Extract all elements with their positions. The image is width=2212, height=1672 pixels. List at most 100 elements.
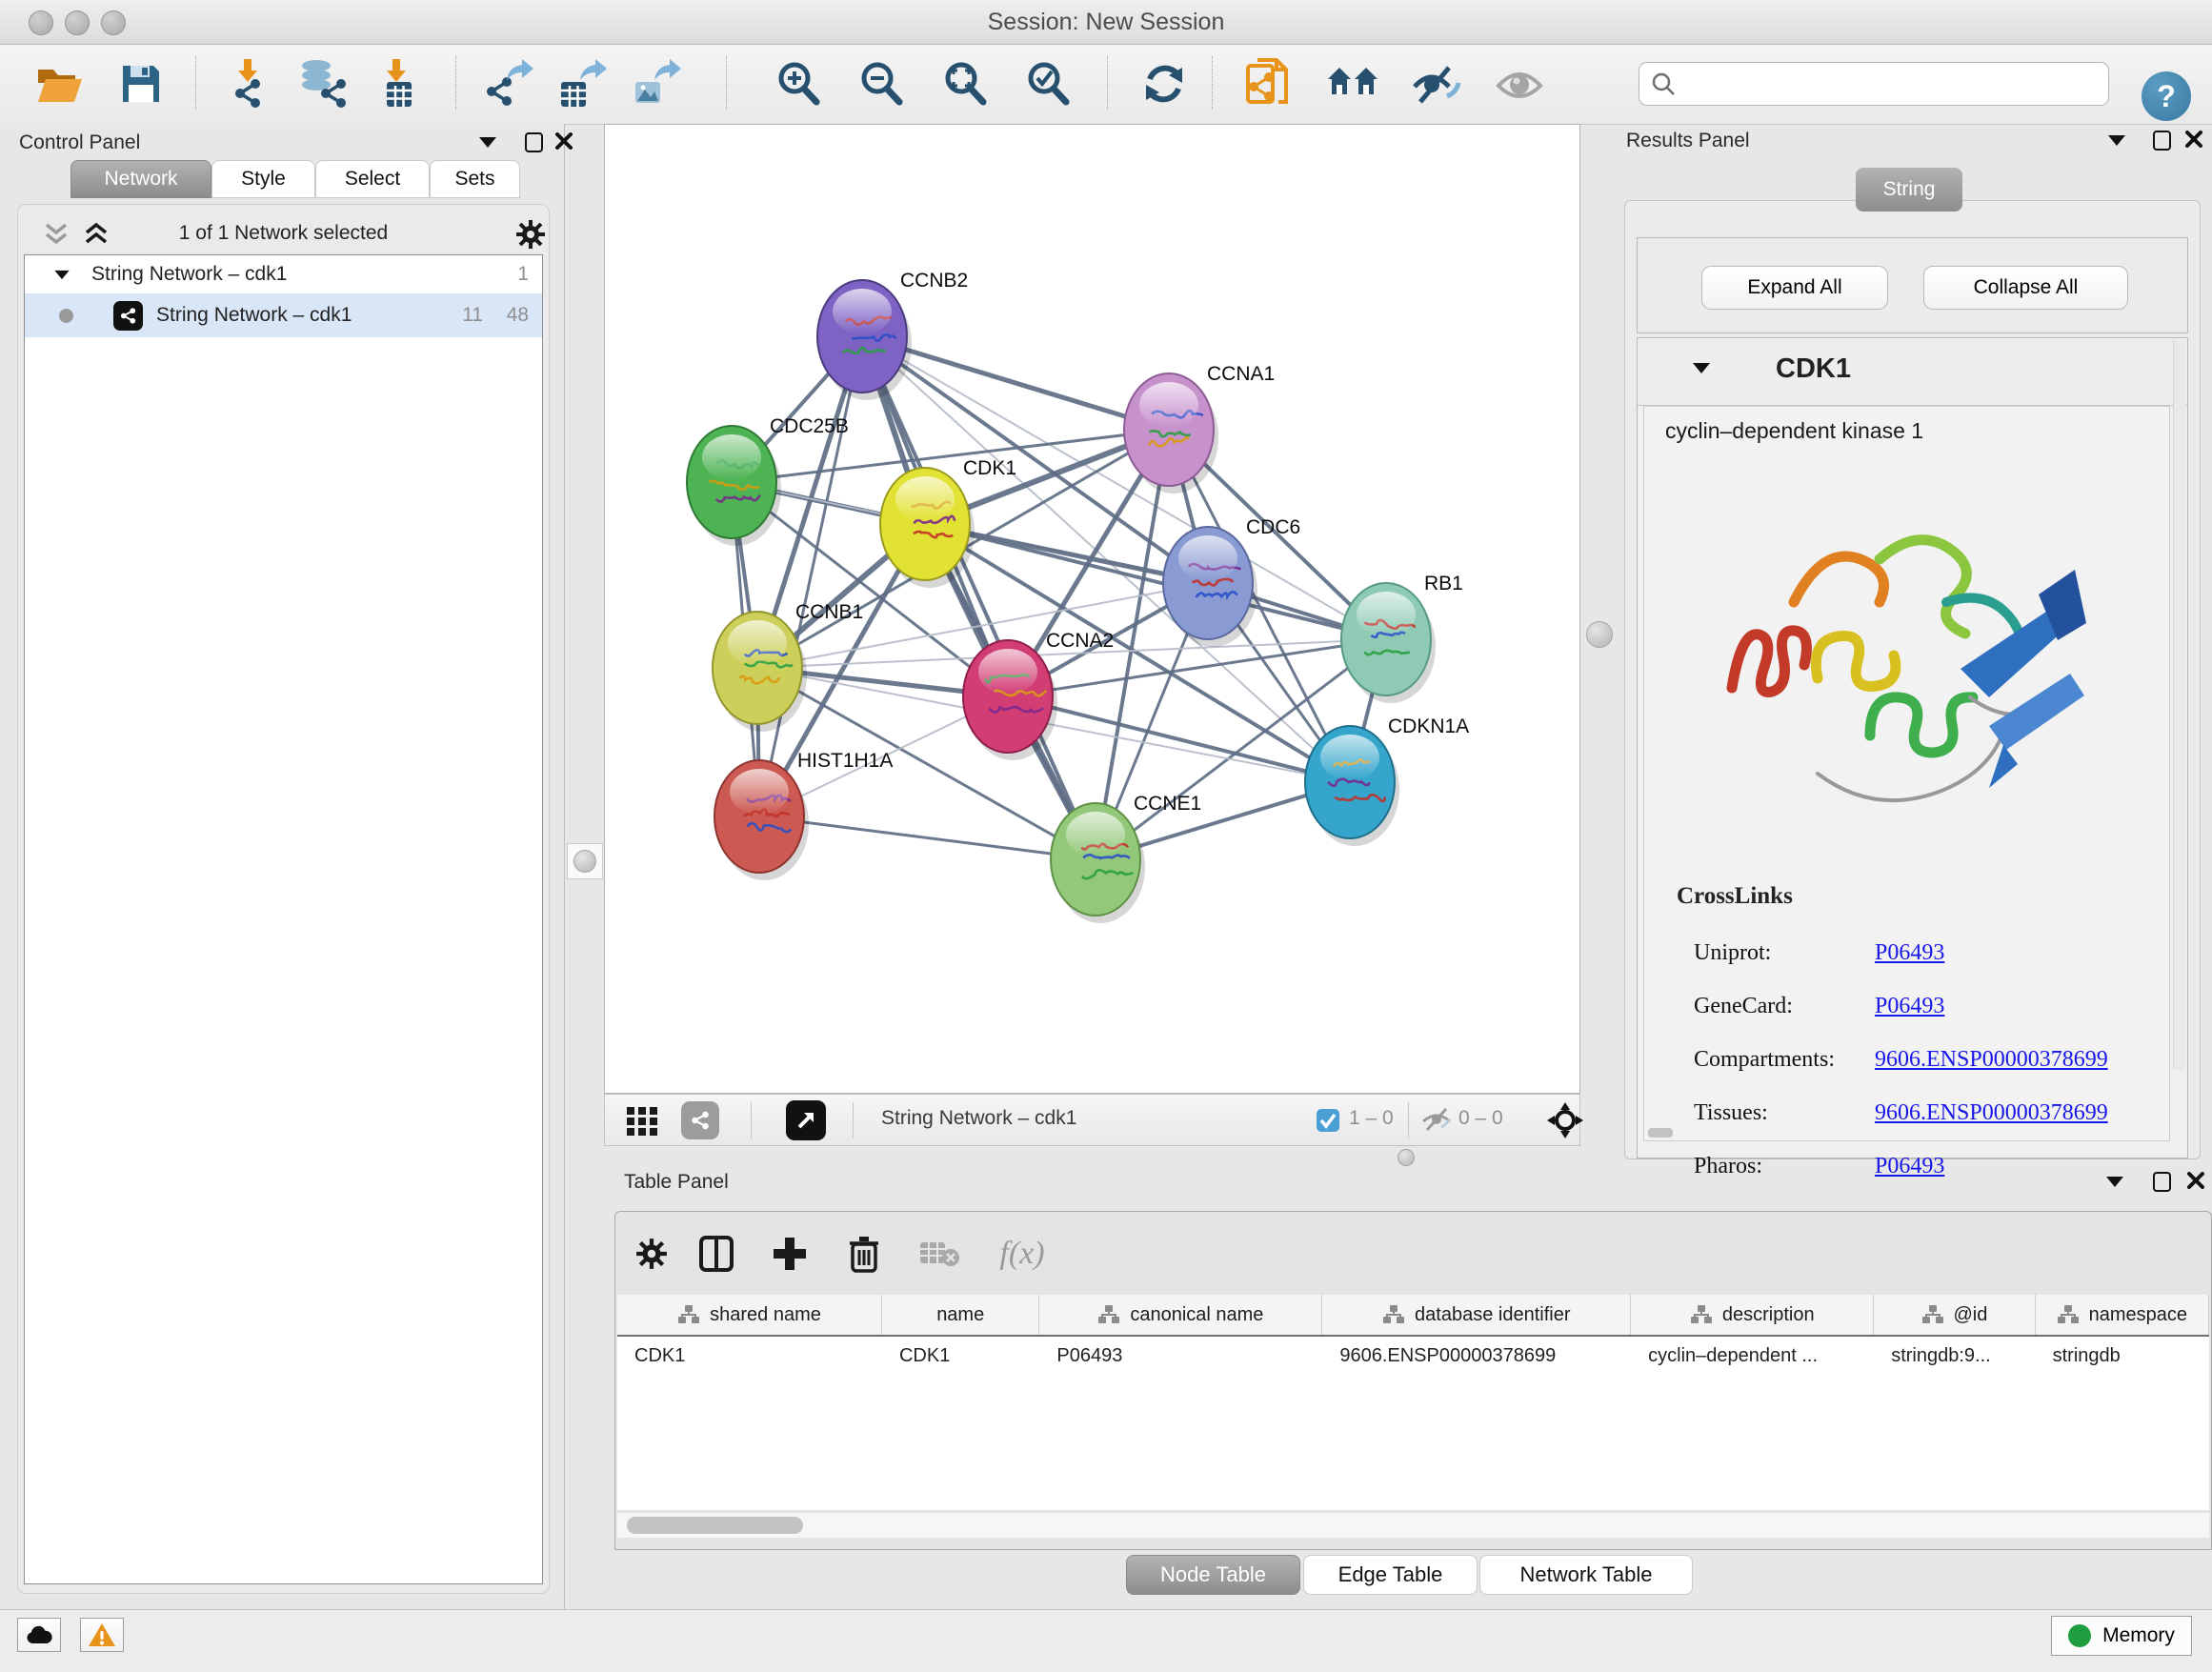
export-network-button[interactable] [479, 56, 540, 111]
window-title: Session: New Session [0, 9, 2212, 36]
help-button[interactable]: ? [2142, 71, 2191, 121]
birds-eye-view-icon[interactable] [786, 1101, 826, 1139]
node-HIST1H1A[interactable]: HIST1H1A [714, 750, 893, 880]
edge-CCNB2-CCNE1[interactable] [862, 336, 1096, 859]
show-all-button[interactable] [1489, 56, 1550, 111]
right-splitter-handle[interactable] [1586, 621, 1613, 648]
column-header-canonical-name[interactable]: canonical name [1039, 1295, 1322, 1335]
crosslink-value-link[interactable]: 9606.ENSP00000378699 [1875, 1100, 2108, 1126]
table-header-row: shared name name canonical name database… [617, 1295, 2209, 1337]
tab-network[interactable]: Network [70, 160, 211, 198]
column-header-namespace[interactable]: namespace [2036, 1295, 2209, 1335]
node-CCNA1[interactable]: CCNA1 [1124, 363, 1275, 494]
close-panel-icon[interactable] [555, 132, 573, 150]
search-box[interactable] [1639, 62, 2109, 106]
table-hscroll-thumb[interactable] [627, 1517, 803, 1534]
node-CDKN1A[interactable]: CDKN1A [1305, 715, 1469, 846]
import-network-database-icon [297, 59, 351, 109]
tab-edge-table[interactable]: Edge Table [1303, 1555, 1478, 1595]
edge-HIST1H1A-CCNE1[interactable] [759, 816, 1096, 859]
results-vscroll[interactable] [2173, 340, 2185, 1070]
crosslink-value-link[interactable]: P06493 [1875, 940, 1944, 966]
node-CDC6[interactable]: CDC6 [1163, 516, 1300, 647]
crosslink-label: Tissues: [1694, 1100, 1875, 1126]
table-hscroll[interactable] [617, 1513, 2209, 1538]
column-header--id[interactable]: @id [1874, 1295, 2035, 1335]
collapse-all-button[interactable]: Collapse All [1923, 266, 2128, 310]
first-neighbors-button[interactable] [1322, 56, 1383, 111]
tab-string[interactable]: String [1856, 168, 1962, 212]
zoom-in-button[interactable] [768, 56, 829, 111]
main-toolbar: ? [0, 45, 2212, 125]
results-hscroll-thumb[interactable] [1648, 1128, 1673, 1138]
gene-section-header[interactable]: CDK1 [1638, 338, 2187, 406]
tab-network-table[interactable]: Network Table [1479, 1555, 1693, 1595]
crosslink-value-link[interactable]: 9606.ENSP00000378699 [1875, 1047, 2108, 1073]
refresh-view-button[interactable] [1134, 56, 1195, 111]
network-list: String Network – cdk1 1 String Network –… [24, 254, 543, 1584]
tab-select[interactable]: Select [315, 160, 430, 198]
export-table-button[interactable] [553, 56, 613, 111]
import-table-button[interactable] [368, 56, 429, 111]
tree-expander-icon[interactable] [54, 270, 69, 278]
memory-button[interactable]: Memory [2051, 1616, 2192, 1656]
export-image-button[interactable] [627, 56, 688, 111]
import-network-button[interactable] [219, 56, 280, 111]
node-CCNB1[interactable]: CCNB1 [713, 601, 863, 732]
column-header-description[interactable]: description [1631, 1295, 1874, 1335]
import-network-database-button[interactable] [293, 56, 354, 111]
hidden-eye-slash-icon[interactable] [1420, 1101, 1453, 1139]
zoom-fit-button[interactable] [935, 56, 995, 111]
close-panel-icon[interactable] [2187, 1172, 2204, 1189]
zoom-out-button[interactable] [851, 56, 912, 111]
delete-table-button[interactable] [913, 1227, 966, 1280]
network-snapshot-button[interactable] [1237, 56, 1297, 111]
network-share-icon[interactable] [681, 1101, 719, 1139]
open-session-button[interactable] [29, 56, 90, 111]
create-column-button[interactable] [763, 1227, 816, 1280]
column-header-shared-name[interactable]: shared name [617, 1295, 882, 1335]
tab-style[interactable]: Style [211, 160, 315, 198]
cloud-status-button[interactable] [17, 1618, 61, 1652]
node-CCNB2[interactable]: CCNB2 [817, 270, 968, 400]
tab-sets[interactable]: Sets [430, 160, 520, 198]
node-CCNE1[interactable]: CCNE1 [1051, 793, 1201, 923]
edge-CCNB2-HIST1H1A[interactable] [759, 336, 862, 816]
zoom-selected-button[interactable] [1017, 56, 1078, 111]
grid-view-icon[interactable] [624, 1101, 660, 1139]
collapse-panel-icon[interactable] [2106, 1177, 2123, 1187]
fit-content-crosshair-icon[interactable] [1546, 1101, 1584, 1139]
network-canvas[interactable]: CCNB2CCNA1CDC25BCDK1CDC6RB1CCNB1CCNA2CDK… [604, 124, 1580, 1094]
left-splitter-handle[interactable] [567, 843, 603, 879]
node-RB1[interactable]: RB1 [1341, 573, 1463, 703]
crosslink-value-link[interactable]: P06493 [1875, 994, 1944, 1019]
function-builder-button[interactable]: f(x) [979, 1227, 1065, 1280]
expand-all-button[interactable]: Expand All [1701, 266, 1888, 310]
edge-CDK1-RB1[interactable] [925, 524, 1386, 639]
title-bar: Session: New Session [0, 0, 2212, 45]
tab-node-table[interactable]: Node Table [1126, 1555, 1300, 1595]
network-collection-row[interactable]: String Network – cdk1 1 [25, 255, 542, 293]
collapse-panel-icon[interactable] [479, 137, 496, 148]
collapse-panel-icon[interactable] [2108, 135, 2125, 146]
search-input[interactable] [1683, 65, 2097, 101]
section-expander-icon[interactable] [1693, 363, 1710, 373]
bottom-splitter-handle[interactable] [1398, 1149, 1415, 1166]
hide-selected-button[interactable] [1406, 56, 1467, 111]
gear-icon[interactable] [514, 218, 547, 251]
column-header-name[interactable]: name [882, 1295, 1039, 1335]
node-CDC25B[interactable]: CDC25B [687, 415, 849, 546]
column-header-database-identifier[interactable]: database identifier [1322, 1295, 1631, 1335]
warning-status-button[interactable] [80, 1618, 124, 1652]
show-columns-button[interactable] [690, 1227, 743, 1280]
float-panel-icon[interactable] [525, 132, 543, 152]
selected-checkbox-icon[interactable] [1316, 1101, 1340, 1139]
delete-column-button[interactable] [837, 1227, 891, 1280]
float-panel-icon[interactable] [2153, 131, 2171, 151]
save-session-button[interactable] [111, 56, 171, 111]
network-row[interactable]: String Network – cdk1 11 48 [25, 293, 542, 337]
table-settings-button[interactable] [625, 1227, 678, 1280]
table-row[interactable]: CDK1CDK1P064939606.ENSP00000378699cyclin… [617, 1337, 2209, 1375]
close-panel-icon[interactable] [2185, 131, 2202, 148]
float-panel-icon[interactable] [2153, 1172, 2171, 1192]
